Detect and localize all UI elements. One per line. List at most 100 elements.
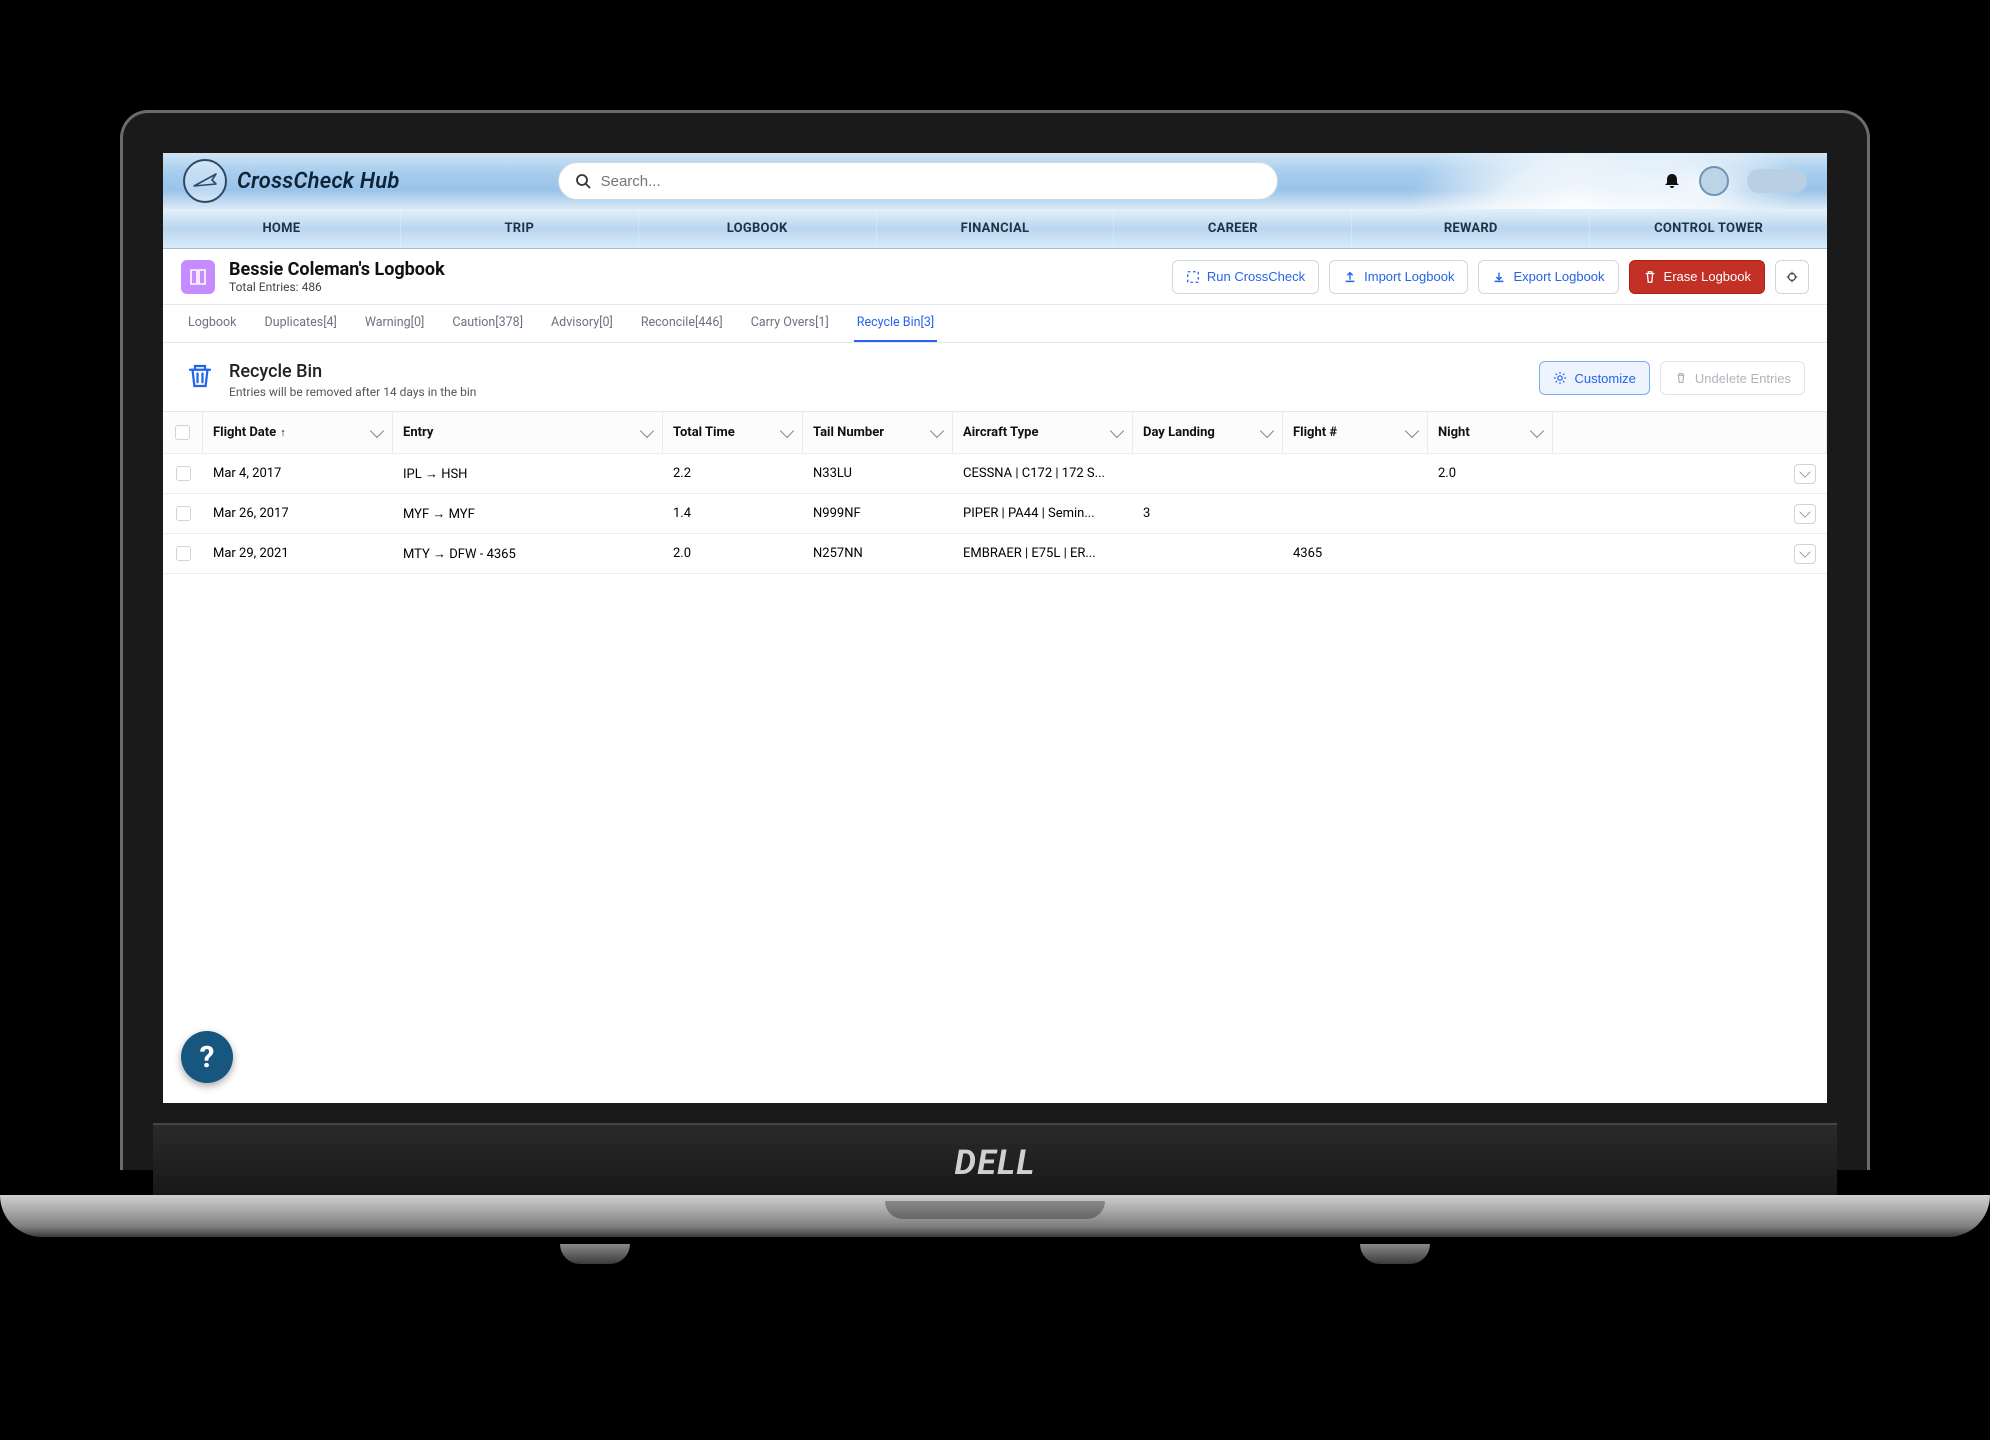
- row-menu-button[interactable]: [1794, 464, 1816, 484]
- laptop-hinge: DELL: [153, 1123, 1837, 1203]
- chevron-down-icon: [1405, 424, 1419, 438]
- erase-logbook-button[interactable]: Erase Logbook: [1629, 260, 1765, 294]
- recycle-bin-icon: [185, 361, 215, 391]
- tab-advisory[interactable]: Advisory[0]: [548, 305, 616, 342]
- search-box[interactable]: [558, 162, 1278, 200]
- cell-total-time: 2.0: [663, 546, 803, 561]
- nav-logbook[interactable]: LOGBOOK: [639, 209, 877, 248]
- tab-recycle-bin[interactable]: Recycle Bin[3]: [854, 305, 937, 342]
- row-actions: [1782, 544, 1827, 564]
- nav-reward[interactable]: REWARD: [1352, 209, 1590, 248]
- page-title-bar: Bessie Coleman's Logbook Total Entries: …: [163, 249, 1827, 305]
- col-tail-number[interactable]: Tail Number: [803, 412, 953, 453]
- checkbox-icon: [176, 506, 191, 521]
- user-menu[interactable]: [1747, 169, 1807, 193]
- undelete-entries-label: Undelete Entries: [1695, 371, 1791, 386]
- app-header: CrossCheck Hub: [163, 153, 1827, 209]
- chevron-down-icon: [1260, 424, 1274, 438]
- laptop-frame: CrossCheck Hub HOME TRIP LOGBOOK FINANCI…: [120, 110, 1870, 1170]
- app-name: CrossCheck Hub: [237, 169, 400, 194]
- crosshair-icon: [1785, 270, 1799, 284]
- table-row: Mar 26, 2017 MYF → MYF 1.4 N999NF PIPER …: [163, 494, 1827, 534]
- table-row: Mar 4, 2017 IPL → HSH 2.2 N33LU CESSNA |…: [163, 454, 1827, 494]
- device-brand: DELL: [954, 1143, 1035, 1183]
- chevron-down-icon: [930, 424, 944, 438]
- laptop-base: [0, 1195, 1990, 1237]
- cell-flight-date: Mar 26, 2017: [203, 506, 393, 521]
- cell-aircraft-type: PIPER | PA44 | Semin...: [953, 506, 1133, 521]
- nav-trip[interactable]: TRIP: [401, 209, 639, 248]
- cell-tail-number: N999NF: [803, 506, 953, 521]
- trash-icon: [1643, 270, 1657, 284]
- section-actions: Customize Undelete Entries: [1539, 361, 1805, 395]
- checkbox-icon: [176, 466, 191, 481]
- main-nav: HOME TRIP LOGBOOK FINANCIAL CAREER REWAR…: [163, 209, 1827, 249]
- export-logbook-label: Export Logbook: [1513, 269, 1604, 284]
- row-menu-button[interactable]: [1794, 544, 1816, 564]
- import-logbook-button[interactable]: Import Logbook: [1329, 260, 1468, 294]
- chevron-down-icon: [1530, 424, 1544, 438]
- col-flight-number[interactable]: Flight #: [1283, 412, 1428, 453]
- cell-flight-number: 4365: [1283, 546, 1428, 561]
- col-actions: [1782, 412, 1827, 453]
- col-select-all[interactable]: [163, 412, 203, 453]
- col-total-time[interactable]: Total Time: [663, 412, 803, 453]
- cell-day-landing: 3: [1133, 506, 1283, 521]
- col-day-landing[interactable]: Day Landing: [1133, 412, 1283, 453]
- row-actions: [1782, 464, 1827, 484]
- cell-entry: MTY → DFW - 4365: [393, 546, 663, 562]
- export-logbook-button[interactable]: Export Logbook: [1478, 260, 1618, 294]
- logbook-icon: [181, 260, 215, 294]
- tab-carryovers[interactable]: Carry Overs[1]: [748, 305, 832, 342]
- upload-icon: [1343, 270, 1357, 284]
- section-header: Recycle Bin Entries will be removed afte…: [163, 343, 1827, 411]
- tab-warning[interactable]: Warning[0]: [362, 305, 427, 342]
- search-wrap: [558, 162, 1278, 200]
- tab-duplicates[interactable]: Duplicates[4]: [262, 305, 340, 342]
- cell-tail-number: N33LU: [803, 466, 953, 481]
- header-right: [1663, 166, 1807, 196]
- cell-entry: MYF → MYF: [393, 506, 663, 522]
- nav-home[interactable]: HOME: [163, 209, 401, 248]
- run-crosscheck-button[interactable]: Run CrossCheck: [1172, 260, 1319, 294]
- cell-night: 2.0: [1428, 466, 1553, 481]
- settings-button[interactable]: [1775, 260, 1809, 294]
- avatar[interactable]: [1699, 166, 1729, 196]
- laptop-foot: [560, 1244, 630, 1264]
- col-aircraft-type[interactable]: Aircraft Type: [953, 412, 1133, 453]
- help-button[interactable]: ?: [181, 1031, 233, 1083]
- col-night[interactable]: Night: [1428, 412, 1553, 453]
- tab-reconcile[interactable]: Reconcile[446]: [638, 305, 726, 342]
- chevron-down-icon: [1799, 506, 1810, 517]
- row-select[interactable]: [163, 466, 203, 481]
- nav-financial[interactable]: FINANCIAL: [877, 209, 1115, 248]
- undelete-entries-button: Undelete Entries: [1660, 361, 1805, 395]
- col-entry[interactable]: Entry: [393, 412, 663, 453]
- page-title-block: Bessie Coleman's Logbook Total Entries: …: [229, 259, 445, 294]
- table-row: Mar 29, 2021 MTY → DFW - 4365 2.0 N257NN…: [163, 534, 1827, 574]
- col-flight-date[interactable]: Flight Date↑: [203, 412, 393, 453]
- tab-logbook[interactable]: Logbook: [185, 305, 240, 342]
- chevron-down-icon: [1799, 546, 1810, 557]
- row-actions: [1782, 504, 1827, 524]
- tab-caution[interactable]: Caution[378]: [449, 305, 526, 342]
- row-menu-button[interactable]: [1794, 504, 1816, 524]
- customize-label: Customize: [1574, 371, 1635, 386]
- customize-button[interactable]: Customize: [1539, 361, 1649, 395]
- logo[interactable]: CrossCheck Hub: [183, 159, 400, 203]
- row-select[interactable]: [163, 506, 203, 521]
- section-subtitle: Entries will be removed after 14 days in…: [229, 385, 476, 399]
- nav-career[interactable]: CAREER: [1114, 209, 1352, 248]
- row-select[interactable]: [163, 546, 203, 561]
- run-crosscheck-label: Run CrossCheck: [1207, 269, 1305, 284]
- search-input[interactable]: [601, 173, 1261, 190]
- cell-total-time: 2.2: [663, 466, 803, 481]
- cell-total-time: 1.4: [663, 506, 803, 521]
- sort-asc-icon: ↑: [280, 426, 286, 439]
- bell-icon[interactable]: [1663, 172, 1681, 190]
- cell-entry: IPL → HSH: [393, 466, 663, 482]
- nav-control-tower[interactable]: CONTROL TOWER: [1590, 209, 1827, 248]
- cell-aircraft-type: CESSNA | C172 | 172 S...: [953, 466, 1133, 481]
- chevron-down-icon: [370, 424, 384, 438]
- title-actions: Run CrossCheck Import Logbook Export Log…: [1172, 260, 1809, 294]
